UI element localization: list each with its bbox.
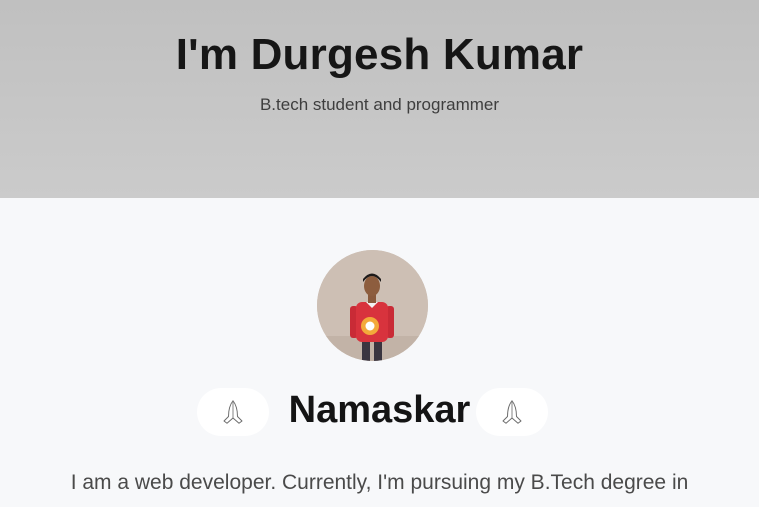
- folded-hands-icon: [476, 388, 548, 436]
- about-section: Namaskar I am a web developer. Currently…: [0, 198, 759, 507]
- page-title: I'm Durgesh Kumar: [175, 30, 584, 79]
- avatar: [317, 250, 428, 361]
- hero-header: I'm Durgesh Kumar B.tech student and pro…: [0, 0, 759, 198]
- intro-text: I am a web developer. Currently, I'm pur…: [70, 471, 689, 494]
- greeting-row: Namaskar: [0, 388, 759, 440]
- page-subtitle: B.tech student and programmer: [259, 95, 500, 114]
- greeting-heading: Namaskar: [288, 389, 471, 431]
- profile-photo-icon: [317, 250, 428, 361]
